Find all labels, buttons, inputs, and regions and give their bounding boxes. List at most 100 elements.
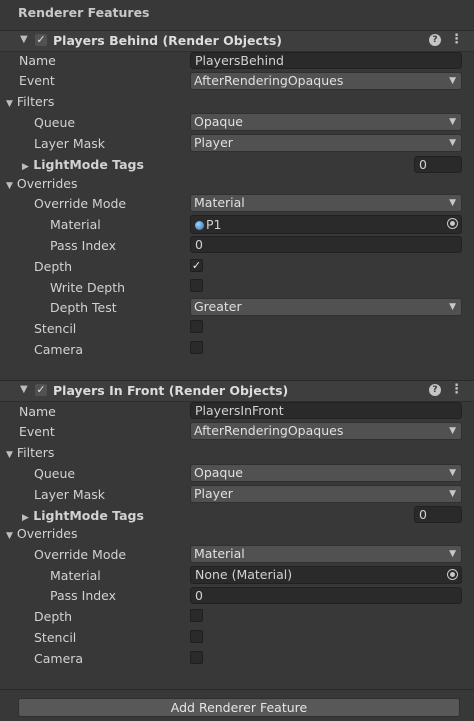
feature-header-players-in-front[interactable]: ▼ ✓ Players In Front (Render Objects) ? … bbox=[0, 380, 474, 402]
object-picker-icon[interactable] bbox=[447, 218, 458, 229]
pass-index-label: Pass Index bbox=[50, 238, 117, 253]
feature-header-players-behind[interactable]: ▼ ✓ Players Behind (Render Objects) ? ⋮ bbox=[0, 30, 474, 52]
dropdown-arrow-icon: ▼ bbox=[449, 302, 456, 312]
foldout-arrow-icon: ▼ bbox=[6, 99, 13, 109]
depth-test-label: Depth Test bbox=[50, 300, 117, 315]
dropdown-arrow-icon: ▼ bbox=[449, 549, 456, 559]
foldout-arrow-icon[interactable]: ▼ bbox=[20, 384, 28, 395]
name-field[interactable]: PlayersBehind bbox=[190, 52, 462, 69]
help-icon[interactable]: ? bbox=[429, 384, 441, 396]
foldout-arrow-icon: ▼ bbox=[6, 531, 13, 541]
add-renderer-feature-button[interactable]: Add Renderer Feature bbox=[18, 698, 460, 717]
lightmode-tags-label: LightMode Tags bbox=[33, 157, 144, 172]
queue-dropdown[interactable]: Opaque ▼ bbox=[190, 464, 462, 482]
stencil-label: Stencil bbox=[34, 321, 77, 336]
foldout-arrow-icon: ▼ bbox=[6, 450, 13, 460]
dropdown-arrow-icon: ▼ bbox=[449, 76, 456, 86]
object-picker-icon[interactable] bbox=[447, 569, 458, 580]
camera-checkbox[interactable] bbox=[190, 651, 203, 664]
material-value: None (Material) bbox=[195, 567, 293, 582]
dropdown-arrow-icon: ▼ bbox=[449, 426, 456, 436]
dropdown-arrow-icon: ▼ bbox=[449, 489, 456, 499]
override-mode-dropdown[interactable]: Material ▼ bbox=[190, 194, 462, 212]
menu-icon[interactable]: ⋮ bbox=[450, 32, 463, 47]
event-value: AfterRenderingOpaques bbox=[194, 423, 344, 438]
event-value: AfterRenderingOpaques bbox=[194, 73, 344, 88]
divider bbox=[0, 689, 474, 690]
layer-mask-value: Player bbox=[194, 135, 233, 150]
lightmode-tags-count-field[interactable]: 0 bbox=[414, 156, 462, 173]
depth-label: Depth bbox=[34, 609, 73, 624]
event-label: Event bbox=[19, 424, 55, 439]
stencil-checkbox[interactable] bbox=[190, 630, 203, 643]
queue-value: Opaque bbox=[194, 465, 243, 480]
name-label: Name bbox=[19, 404, 56, 419]
dropdown-arrow-icon: ▼ bbox=[449, 117, 456, 127]
override-mode-label: Override Mode bbox=[34, 547, 127, 562]
foldout-arrow-icon: ▶ bbox=[22, 513, 29, 523]
depth-label: Depth bbox=[34, 259, 73, 274]
queue-label: Queue bbox=[34, 115, 76, 130]
dropdown-arrow-icon: ▼ bbox=[449, 468, 456, 478]
pass-index-field[interactable]: 0 bbox=[190, 236, 462, 253]
lightmode-tags-foldout[interactable]: ▶ LightMode Tags bbox=[22, 508, 144, 523]
overrides-foldout[interactable]: ▼ Overrides bbox=[6, 526, 78, 541]
pass-index-field[interactable]: 0 bbox=[190, 587, 462, 604]
stencil-checkbox[interactable] bbox=[190, 320, 203, 333]
filters-label: Filters bbox=[16, 94, 55, 109]
material-object-field[interactable]: P1 bbox=[190, 215, 462, 234]
foldout-arrow-icon: ▶ bbox=[22, 162, 29, 172]
layer-mask-label: Layer Mask bbox=[34, 136, 106, 151]
filters-foldout[interactable]: ▼ Filters bbox=[6, 445, 54, 460]
name-label: Name bbox=[19, 53, 56, 68]
queue-value: Opaque bbox=[194, 114, 243, 129]
lightmode-tags-label: LightMode Tags bbox=[33, 508, 144, 523]
feature-header-label: Players Behind (Render Objects) bbox=[53, 33, 282, 48]
foldout-arrow-icon[interactable]: ▼ bbox=[20, 34, 28, 45]
menu-icon[interactable]: ⋮ bbox=[450, 382, 463, 397]
dropdown-arrow-icon: ▼ bbox=[449, 138, 456, 148]
overrides-foldout[interactable]: ▼ Overrides bbox=[6, 176, 78, 191]
lightmode-tags-count-field[interactable]: 0 bbox=[414, 506, 462, 523]
camera-label: Camera bbox=[34, 651, 84, 666]
camera-checkbox[interactable] bbox=[190, 341, 203, 354]
event-label: Event bbox=[19, 73, 55, 88]
depth-checkbox[interactable] bbox=[190, 609, 203, 622]
lightmode-tags-foldout[interactable]: ▶ LightMode Tags bbox=[22, 157, 144, 172]
override-mode-label: Override Mode bbox=[34, 196, 127, 211]
dropdown-arrow-icon: ▼ bbox=[449, 198, 456, 208]
material-value: P1 bbox=[206, 217, 222, 232]
write-depth-label: Write Depth bbox=[50, 280, 126, 295]
layer-mask-label: Layer Mask bbox=[34, 487, 106, 502]
layer-mask-dropdown[interactable]: Player ▼ bbox=[190, 134, 462, 152]
queue-dropdown[interactable]: Opaque ▼ bbox=[190, 113, 462, 131]
feature-enabled-checkbox[interactable]: ✓ bbox=[35, 34, 47, 46]
override-mode-dropdown[interactable]: Material ▼ bbox=[190, 545, 462, 563]
stencil-label: Stencil bbox=[34, 630, 77, 645]
queue-label: Queue bbox=[34, 466, 76, 481]
feature-header-label: Players In Front (Render Objects) bbox=[53, 383, 289, 398]
panel-title: Renderer Features bbox=[18, 5, 150, 20]
material-icon bbox=[195, 221, 204, 230]
depth-test-dropdown[interactable]: Greater ▼ bbox=[190, 298, 462, 316]
feature-enabled-checkbox[interactable]: ✓ bbox=[35, 384, 47, 396]
camera-label: Camera bbox=[34, 342, 84, 357]
material-object-field[interactable]: None (Material) bbox=[190, 566, 462, 584]
event-dropdown[interactable]: AfterRenderingOpaques ▼ bbox=[190, 422, 462, 440]
depth-test-value: Greater bbox=[194, 299, 242, 314]
override-mode-value: Material bbox=[194, 546, 245, 561]
name-field[interactable]: PlayersInFront bbox=[190, 402, 462, 419]
write-depth-checkbox[interactable] bbox=[190, 279, 203, 292]
depth-checkbox[interactable]: ✓ bbox=[190, 259, 203, 272]
event-dropdown[interactable]: AfterRenderingOpaques ▼ bbox=[190, 72, 462, 90]
foldout-arrow-icon: ▼ bbox=[6, 181, 13, 191]
help-icon[interactable]: ? bbox=[429, 34, 441, 46]
material-label: Material bbox=[50, 217, 101, 232]
overrides-label: Overrides bbox=[16, 176, 78, 191]
override-mode-value: Material bbox=[194, 195, 245, 210]
overrides-label: Overrides bbox=[16, 526, 78, 541]
material-label: Material bbox=[50, 568, 101, 583]
filters-label: Filters bbox=[16, 445, 55, 460]
layer-mask-dropdown[interactable]: Player ▼ bbox=[190, 485, 462, 503]
filters-foldout[interactable]: ▼ Filters bbox=[6, 94, 54, 109]
